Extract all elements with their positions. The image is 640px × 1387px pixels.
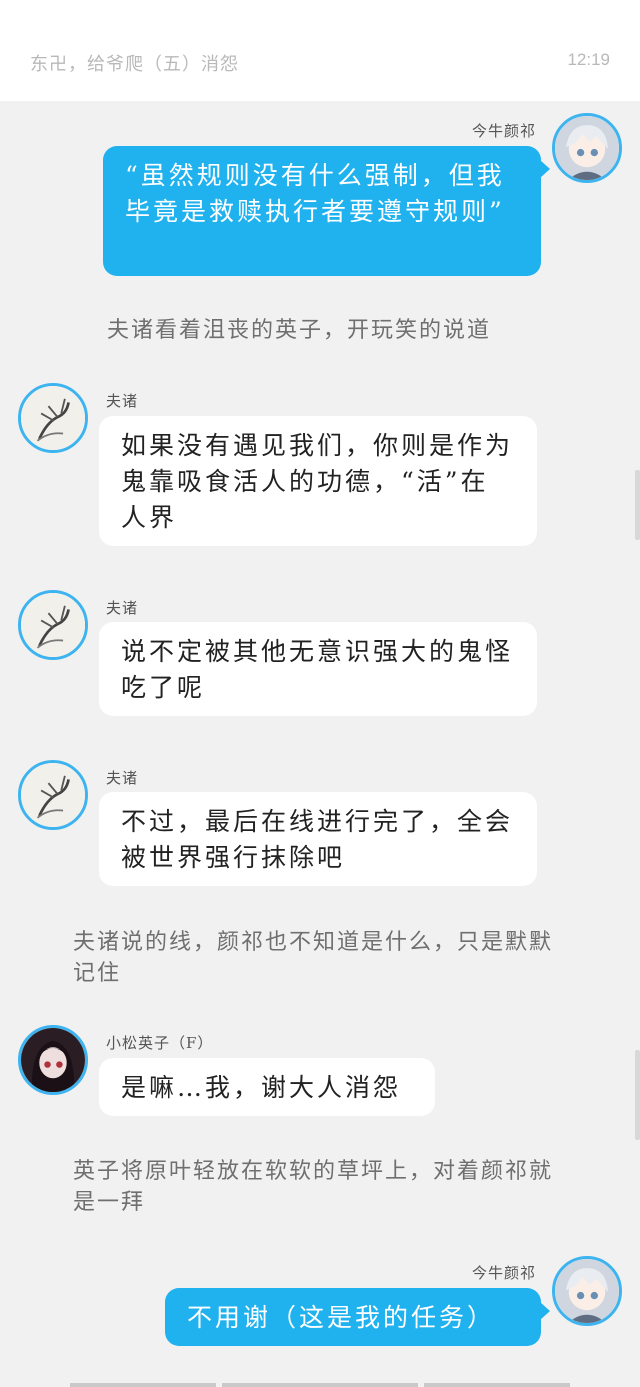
message-bubble[interactable]: 说不定被其他无意识强大的鬼怪吃了呢 [99,622,537,716]
scrollbar-thumb[interactable] [635,470,640,540]
message-bubble[interactable]: “虽然规则没有什么强制，但我毕竟是救赎执行者要遵守规则” [103,146,550,276]
narration-text: 夫诸说的线，颜祁也不知道是什么，只是默默记住 [73,930,554,986]
bottom-divider [424,1383,570,1387]
speaker-name: 今牛颜祁 [471,122,536,140]
speaker-name: 夫诸 [106,392,139,410]
timestamp: 12:19 [567,50,610,69]
narration-text: 夫诸看着沮丧的英子，开玩笑的说道 [107,318,492,343]
speaker-name: 小松英子（F） [106,1034,214,1052]
dark-hair-girl-avatar-icon[interactable] [18,1025,88,1095]
anime-boy-avatar-icon[interactable] [552,113,622,183]
chapter-title: 东卍，给爷爬（五）消怨 [30,54,239,75]
message-bubble[interactable]: 不用谢（这是我的任务） [165,1288,550,1346]
message-bubble[interactable]: 如果没有遇见我们，你则是作为鬼靠吸食活人的功德，“活”在人界 [99,416,537,546]
ink-deer-avatar-icon[interactable] [18,760,88,830]
message-bubble[interactable]: 是嘛…我，谢大人消怨 [99,1058,435,1116]
bottom-divider [70,1383,216,1387]
anime-boy-avatar-icon[interactable] [552,1256,622,1326]
ink-deer-avatar-icon[interactable] [18,383,88,453]
scrollbar-thumb[interactable] [635,1050,640,1140]
ink-deer-avatar-icon[interactable] [18,590,88,660]
message-bubble[interactable]: 不过，最后在线进行完了，全会被世界强行抹除吧 [99,792,537,886]
speaker-name: 夫诸 [106,599,139,617]
top-bar: 东卍，给爷爬（五）消怨 12:19 [0,0,640,101]
bottom-divider [222,1383,418,1387]
narration-text: 英子将原叶轻放在软软的草坪上，对着颜祁就是一拜 [73,1159,554,1215]
speaker-name: 夫诸 [106,769,139,787]
speaker-name: 今牛颜祁 [471,1264,536,1282]
